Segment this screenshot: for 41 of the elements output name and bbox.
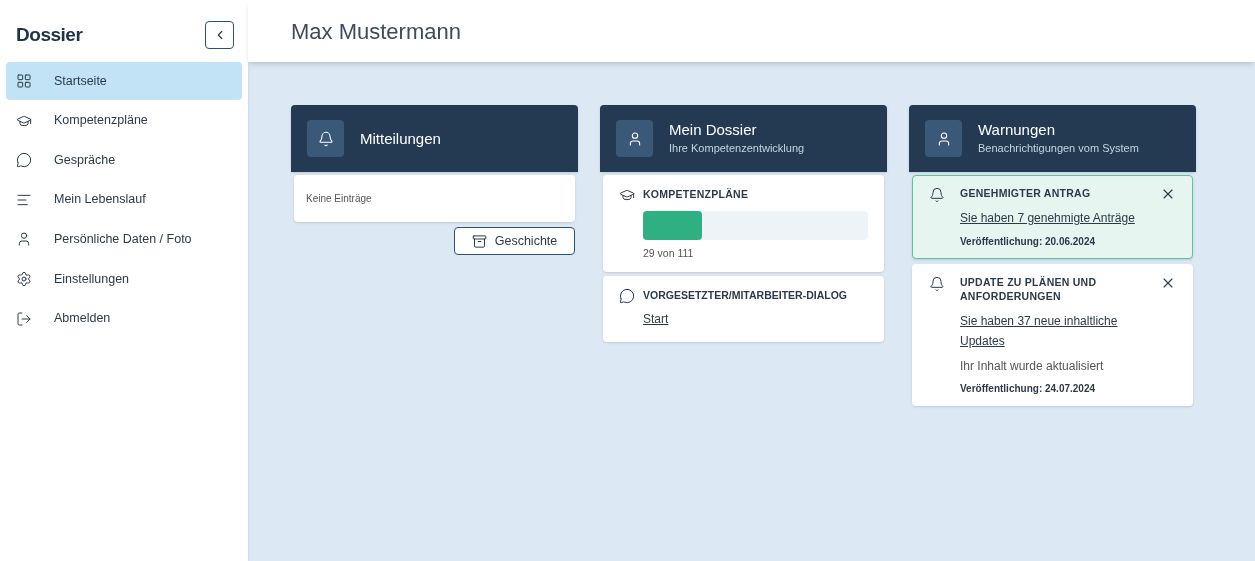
user-icon (16, 231, 32, 248)
card-subtitle: Ihre Kompetenzentwicklung (669, 141, 805, 157)
user-icon (616, 120, 653, 157)
notification-title: UPDATE ZU PLÄNEN UND ANFORDERUNGEN (960, 275, 1098, 303)
sidebar-item[interactable]: Kompetenzpläne (6, 101, 242, 140)
section-title: KOMPETENZPLÄNE (643, 187, 749, 203)
bell-icon (929, 276, 945, 292)
card-subtitle: Benachrichtigungen vom System (978, 141, 1139, 157)
sidebar-item[interactable]: Abmelden (6, 299, 242, 338)
sidebar-item[interactable]: Mein Lebenslauf (6, 180, 242, 219)
notification-link[interactable]: Sie haben 7 genehmigte Anträge (960, 208, 1140, 228)
sidebar-item[interactable]: Persönliche Daten / Foto (6, 220, 242, 259)
publication-date: Veröffentlichung: 24.07.2024 (960, 382, 1097, 396)
user-icon (925, 120, 962, 157)
empty-message: Keine Einträge (306, 192, 372, 206)
settings-icon (16, 270, 32, 287)
sidebar-item[interactable]: Startseite (6, 62, 242, 100)
card-title: Mitteilungen (360, 128, 441, 149)
grid-icon (16, 73, 32, 89)
notification-title: GENEHMIGTER ANTRAG (960, 186, 1092, 200)
publication-date: Veröffentlichung: 20.06.2024 (960, 235, 1097, 249)
history-button[interactable]: Geschichte (454, 227, 575, 255)
sidebar-item[interactable]: Gespräche (6, 141, 242, 180)
notification-text: Ihr Inhalt wurde aktualisiert (960, 358, 1105, 375)
section-title: VORGESETZTER/MITARBEITER-DIALOG (643, 287, 847, 303)
logo: Dossier (16, 22, 83, 47)
start-link[interactable]: Start (643, 309, 669, 328)
card-title: Warnungen (978, 120, 1056, 141)
page-title: Max Mustermann (291, 17, 461, 46)
notification-link[interactable]: Sie haben 37 neue inhaltliche Updates (960, 311, 1140, 351)
collapse-button[interactable] (205, 21, 234, 49)
progress-reading: 29 von 111 (643, 246, 695, 261)
card-title: Mein Dossier (669, 120, 758, 141)
sidebar-item[interactable]: Einstellungen (6, 259, 242, 298)
speech-bubble-icon (619, 287, 635, 304)
bell-icon (929, 187, 945, 203)
bell-icon (307, 120, 344, 157)
speech-bubble-icon (16, 152, 32, 169)
logout-icon (16, 310, 32, 327)
graduation-cap-icon (619, 187, 635, 203)
archive-box-icon (471, 233, 487, 249)
